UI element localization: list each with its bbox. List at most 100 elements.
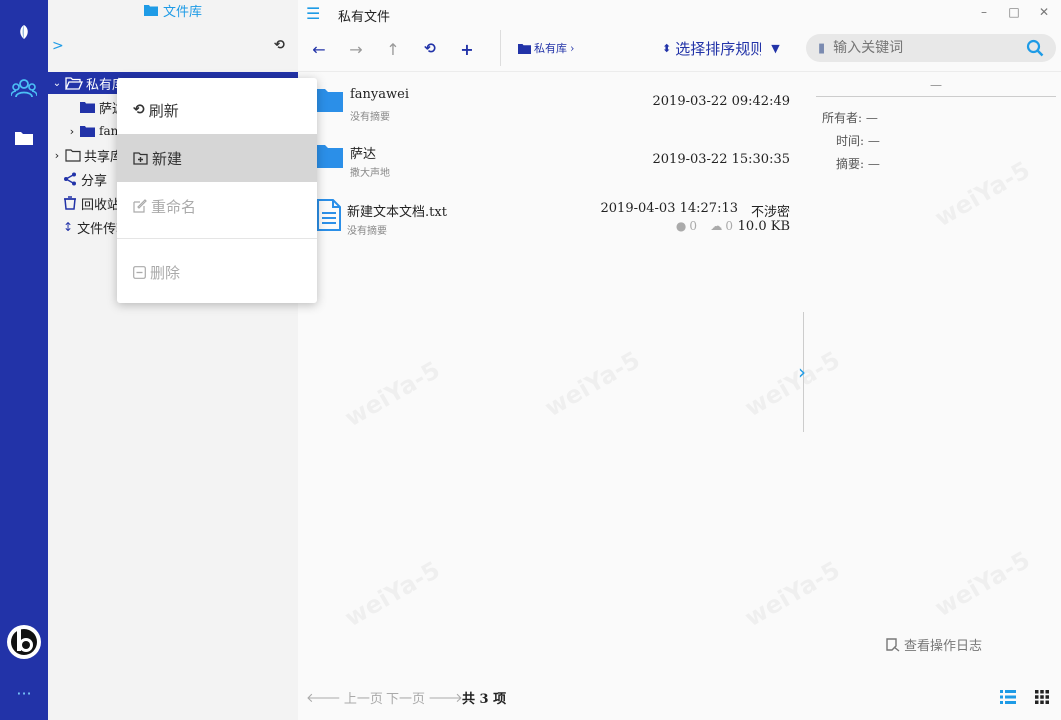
file-name: 萨达 [350, 147, 377, 162]
folder-icon [315, 89, 343, 112]
app-rail: ··· [0, 0, 48, 720]
file-views: ● 0 [676, 219, 697, 233]
menu-item-label: 新建 [152, 149, 183, 168]
refresh-icon[interactable]: ⟲ [419, 38, 441, 60]
view-log-button[interactable]: 查看操作日志 [886, 635, 982, 654]
caret-down-icon[interactable]: ▼ [771, 42, 779, 55]
up-arrow-icon[interactable]: ↑ [382, 38, 404, 60]
breadcrumb-item: 私有库 [534, 42, 567, 55]
cloud-download-icon: ☁ [710, 219, 723, 233]
transfer-icon: ↕ [63, 220, 74, 234]
owner-value: — [865, 111, 878, 125]
add-icon[interactable]: + [456, 38, 478, 60]
window-title: 私有文件 [338, 10, 391, 25]
more-icon[interactable]: ··· [0, 684, 48, 703]
menu-item-rename[interactable]: 重命名 [117, 182, 317, 230]
views-count: 0 [689, 219, 697, 233]
folder-icon [80, 126, 95, 137]
grid-view-icon[interactable] [1035, 690, 1049, 704]
watermark: weiYa-5 [930, 546, 1035, 623]
prev-page-label: 上一页 [343, 692, 383, 707]
chevron-right-icon: › [570, 41, 575, 55]
watermark: weiYa-5 [930, 156, 1035, 233]
text-file-icon [317, 199, 341, 231]
prev-page-button[interactable]: 🡐 上一页 [306, 688, 383, 708]
edit-icon [133, 199, 147, 213]
refresh-icon: ⟲ [133, 102, 145, 118]
toolbar-divider [500, 30, 501, 66]
menu-item-new[interactable]: 新建 [117, 134, 317, 182]
breadcrumb[interactable]: 私有库 › [518, 40, 574, 56]
library-title-label: 文件库 [162, 4, 202, 20]
log-icon [886, 637, 900, 652]
file-name: 新建文本文档.txt [347, 205, 447, 220]
maximize-button[interactable]: □ [1006, 4, 1022, 20]
folder-outline-icon [65, 148, 81, 162]
folder-icon[interactable] [0, 130, 48, 146]
eye-icon: ● [675, 219, 687, 233]
library-title[interactable]: 文件库 [48, 0, 298, 20]
file-summary: 没有摘要 [347, 226, 387, 237]
folder-open-icon [65, 76, 83, 90]
file-row[interactable]: 新建文本文档.txt 没有摘要 2019-04-03 14:27:13 不涉密 … [298, 193, 803, 249]
minus-square-icon [133, 265, 146, 279]
file-row[interactable]: fanyawei 没有摘要 2019-03-22 09:42:49 [298, 81, 803, 137]
menu-icon[interactable]: ☰ [306, 4, 320, 23]
menu-item-label: 重命名 [151, 197, 197, 216]
file-secrecy: 不涉密 [750, 205, 790, 220]
refresh-tree-icon[interactable]: ⟲ [274, 38, 285, 53]
folder-icon [315, 145, 343, 168]
file-row[interactable]: 萨达 撒大声地 2019-03-22 15:30:35 [298, 137, 803, 193]
chevron-down-icon[interactable]: ⌄ [51, 78, 63, 89]
file-summary: 没有摘要 [350, 112, 390, 123]
owner-label: 所有者: [822, 111, 863, 125]
detail-summary: 摘要: — [836, 155, 880, 172]
expand-panel-icon[interactable]: > [52, 38, 64, 54]
close-button[interactable]: ✕ [1036, 4, 1052, 20]
folder-icon [143, 5, 158, 16]
file-date: 2019-03-22 15:30:35 [652, 152, 790, 167]
minimize-button[interactable]: – [976, 4, 992, 20]
search-icon[interactable] [1026, 39, 1044, 57]
tree-item-label: 回收站 [81, 197, 121, 213]
item-count: 共 3 项 [462, 692, 507, 707]
menu-item-label: 删除 [150, 263, 181, 282]
menu-item-label: 刷新 [148, 101, 179, 120]
detail-panel: — [816, 78, 1056, 97]
menu-item-delete[interactable]: 删除 [117, 248, 317, 296]
next-page-button[interactable]: 下一页 🡒 [386, 688, 463, 708]
forward-arrow-icon[interactable]: → [345, 38, 367, 60]
book-icon: ▮ [818, 40, 826, 56]
sort-select[interactable]: ⬍ 选择排序规则 ▼ [662, 38, 780, 59]
menu-item-refresh[interactable]: ⟲ 刷新 [117, 86, 317, 134]
downloads-count: 0 [725, 219, 733, 233]
file-date: 2019-04-03 14:27:13 [600, 201, 738, 216]
folder-icon [518, 43, 531, 54]
main-header: ☰ 私有文件 – □ ✕ ← → ↑ ⟲ + 私有库 › ⬍ 选择排序规则 ▼ … [298, 0, 1061, 72]
chevron-right-icon[interactable]: › [66, 125, 78, 138]
leaf-icon[interactable] [0, 24, 48, 40]
chevron-right-icon[interactable]: › [51, 149, 63, 162]
detail-owner: 所有者: — [822, 109, 878, 126]
file-summary: 撒大声地 [350, 168, 390, 179]
file-list: fanyawei 没有摘要 2019-03-22 09:42:49 萨达 撒大声… [298, 73, 803, 673]
chevron-right-icon[interactable]: › [798, 360, 806, 384]
recycle-bin-icon [64, 196, 76, 210]
file-downloads: ☁ 0 [710, 219, 733, 233]
tree-toolbar: > ⟲ [48, 36, 298, 60]
summary-value: — [867, 157, 880, 171]
file-size: 10.0 KB [737, 219, 790, 234]
new-folder-icon [133, 151, 148, 165]
list-view-icon[interactable] [1000, 690, 1016, 704]
next-page-label: 下一页 [386, 692, 426, 707]
file-date: 2019-03-22 09:42:49 [652, 94, 790, 109]
users-icon[interactable] [0, 78, 48, 98]
arrow-left-icon: 🡐 [306, 690, 341, 706]
summary-label: 摘要: [836, 157, 865, 171]
back-arrow-icon[interactable]: ← [308, 38, 330, 60]
detail-title: — [816, 78, 1056, 97]
share-icon [64, 172, 76, 186]
menu-divider [117, 238, 317, 239]
sort-icon: ⬍ [662, 42, 672, 55]
search-input[interactable] [833, 40, 1014, 56]
